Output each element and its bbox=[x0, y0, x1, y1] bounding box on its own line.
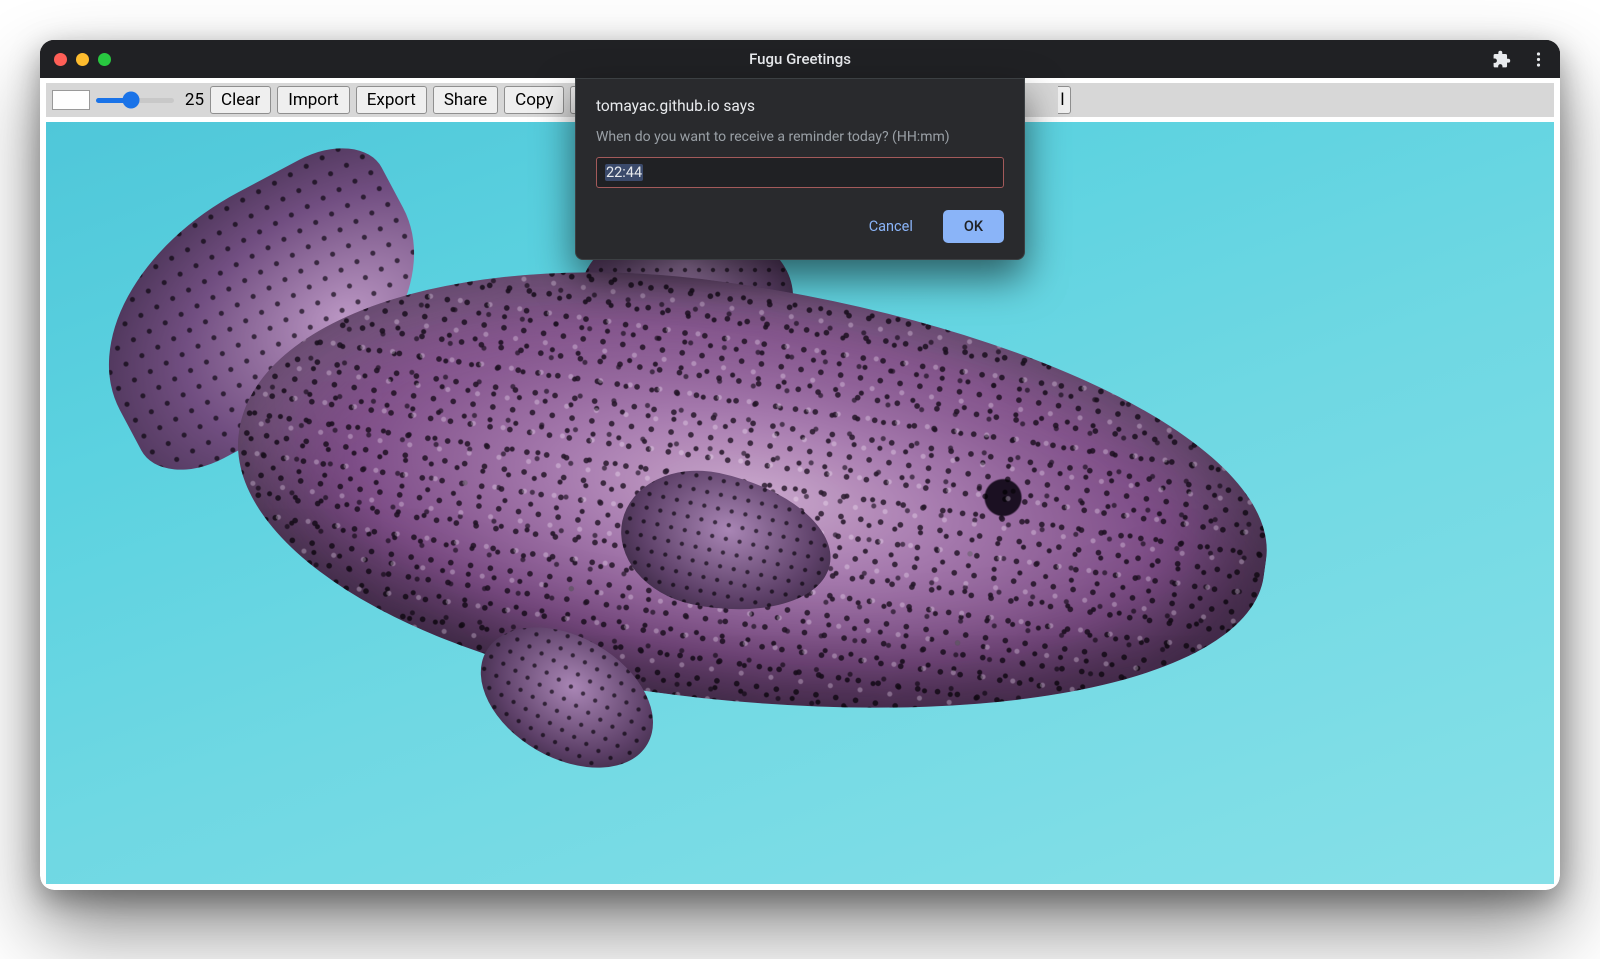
share-button[interactable]: Share bbox=[433, 86, 498, 114]
window-title: Fugu Greetings bbox=[40, 50, 1560, 68]
titlebar: Fugu Greetings bbox=[40, 40, 1560, 78]
extensions-icon[interactable] bbox=[1492, 50, 1511, 69]
dialog-origin: tomayac.github.io says bbox=[596, 97, 1004, 115]
menu-icon[interactable] bbox=[1529, 50, 1548, 69]
brush-size-slider[interactable] bbox=[96, 90, 174, 110]
window-controls bbox=[40, 53, 111, 66]
dialog-actions: Cancel OK bbox=[596, 210, 1004, 243]
js-prompt-dialog: tomayac.github.io says When do you want … bbox=[575, 78, 1025, 260]
dialog-cancel-button[interactable]: Cancel bbox=[849, 210, 933, 243]
color-swatch[interactable] bbox=[52, 90, 90, 110]
dialog-input-value: 22:44 bbox=[605, 164, 643, 181]
export-button[interactable]: Export bbox=[356, 86, 427, 114]
import-button[interactable]: Import bbox=[277, 86, 350, 114]
slider-thumb[interactable] bbox=[123, 92, 140, 109]
copy-button[interactable]: Copy bbox=[504, 86, 564, 114]
window-minimize-button[interactable] bbox=[76, 53, 89, 66]
dialog-ok-button[interactable]: OK bbox=[943, 210, 1004, 243]
dialog-message: When do you want to receive a reminder t… bbox=[596, 129, 1004, 145]
brush-size-value: 25 bbox=[180, 90, 204, 110]
window-zoom-button[interactable] bbox=[98, 53, 111, 66]
app-window: Fugu Greetings 25 Clear Import bbox=[40, 40, 1560, 890]
toolbar-button-partial-right[interactable]: l bbox=[1058, 86, 1071, 114]
canvas-image bbox=[76, 168, 1403, 839]
dialog-input[interactable]: 22:44 bbox=[596, 157, 1004, 188]
clear-button[interactable]: Clear bbox=[210, 86, 271, 114]
window-close-button[interactable] bbox=[54, 53, 67, 66]
